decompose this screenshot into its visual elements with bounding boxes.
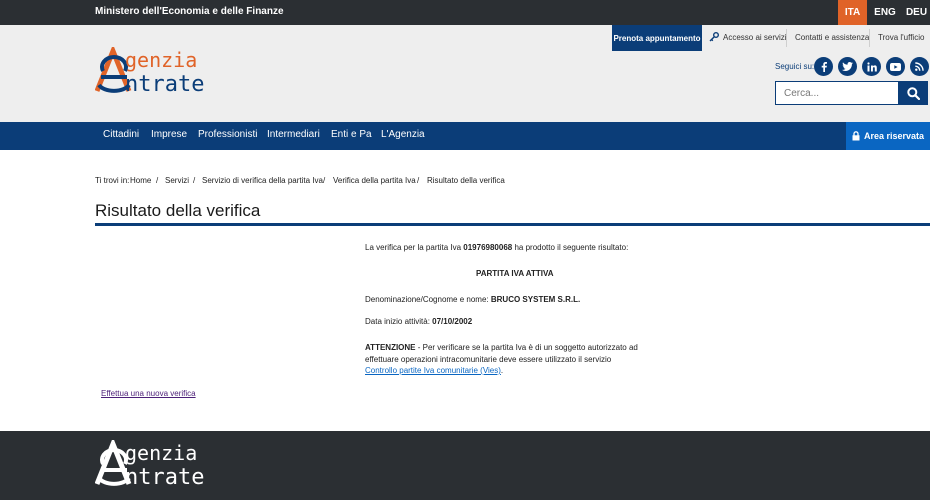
- footer-logo-text-entrate: ntrate: [125, 465, 204, 488]
- site-header: genzia ntrate Prenota appuntamento Acces…: [0, 25, 930, 122]
- seguici-label: Seguici su:: [775, 62, 815, 71]
- breadcrumb-home[interactable]: Home: [130, 176, 151, 185]
- lang-deu[interactable]: DEU: [903, 0, 930, 25]
- data-inizio-value: 07/10/2002: [432, 317, 473, 326]
- rss-icon[interactable]: [910, 57, 929, 76]
- area-riservata-label: Area riservata: [863, 131, 925, 141]
- search-input[interactable]: Cerca...: [775, 81, 899, 105]
- top-bar: Ministero dell'Economia e delle Finanze …: [0, 0, 930, 25]
- breadcrumb-verifica-piva[interactable]: Verifica della partita Iva: [333, 176, 416, 185]
- area-riservata-button[interactable]: Area riservata: [846, 122, 930, 150]
- attenzione-note: ATTENZIONE - Per verificare se la partit…: [365, 342, 655, 377]
- title-divider: [95, 223, 930, 226]
- site-footer: genzia ntrate: [0, 431, 930, 500]
- footer-logo-text-agenzia: genzia: [125, 441, 197, 465]
- attenzione-text: - Per verificare se la partita Iva è di …: [417, 343, 638, 352]
- separator: [786, 29, 787, 47]
- ministry-link[interactable]: Ministero dell'Economia e delle Finanze: [95, 6, 284, 17]
- denominazione-label: Denominazione/Cognome e nome:: [365, 295, 489, 304]
- footer-logo[interactable]: genzia ntrate: [95, 440, 235, 488]
- lang-ita[interactable]: ITA: [838, 0, 867, 25]
- nav-imprese[interactable]: Imprese: [151, 129, 187, 140]
- lock-icon: [852, 131, 860, 141]
- partita-iva-number: 01976980068: [463, 243, 513, 252]
- breadcrumb-servizio-verifica[interactable]: Servizio di verifica della partita Iva: [202, 176, 323, 185]
- key-icon: [709, 32, 719, 42]
- logo-text-entrate: ntrate: [125, 72, 204, 95]
- main-nav: Cittadini Imprese Professionisti Interme…: [0, 122, 930, 150]
- denominazione-row: Denominazione/Cognome e nome: BRUCO SYST…: [365, 295, 580, 304]
- result-intro-text: ha prodotto il seguente risultato:: [514, 243, 629, 252]
- nav-agenzia[interactable]: L'Agenzia: [381, 129, 425, 140]
- vies-link[interactable]: Controllo partite Iva comunitarie (Vies): [365, 366, 501, 375]
- result-intro-text: La verifica per la partita Iva: [365, 243, 462, 252]
- search-button[interactable]: [898, 81, 928, 105]
- search-icon: [906, 86, 920, 100]
- result-intro: La verifica per la partita Iva 019769800…: [365, 243, 628, 252]
- youtube-icon[interactable]: [886, 57, 905, 76]
- denominazione-value: BRUCO SYSTEM S.R.L.: [490, 295, 581, 304]
- status-badge: PARTITA IVA ATTIVA: [476, 269, 554, 278]
- twitter-icon[interactable]: [838, 57, 857, 76]
- contatti-assistenza-link[interactable]: Contatti e assistenza: [795, 33, 869, 42]
- breadcrumb-separator: /: [156, 176, 159, 185]
- breadcrumb-current: Risultato della verifica: [427, 176, 505, 185]
- breadcrumb-separator: /: [417, 176, 420, 185]
- new-check-link[interactable]: Effettua una nuova verifica: [101, 389, 196, 398]
- accesso-servizi-link[interactable]: Accesso ai servizi: [723, 33, 787, 42]
- breadcrumb-prefix: Ti trovi in:: [95, 176, 130, 185]
- attenzione-label: ATTENZIONE: [365, 343, 416, 352]
- separator: [869, 29, 870, 47]
- nav-professionisti[interactable]: Professionisti: [198, 129, 257, 140]
- breadcrumb-servizi[interactable]: Servizi: [165, 176, 189, 185]
- breadcrumb-separator: /: [323, 176, 326, 185]
- attenzione-end: .: [500, 366, 504, 375]
- agenzia-entrate-logo[interactable]: genzia ntrate: [95, 47, 235, 95]
- linkedin-icon[interactable]: [862, 57, 881, 76]
- logo-text-agenzia: genzia: [125, 48, 197, 72]
- nav-enti-pa[interactable]: Enti e Pa: [331, 129, 372, 140]
- prenota-appuntamento-button[interactable]: Prenota appuntamento: [612, 25, 702, 51]
- data-inizio-label: Data inizio attività:: [365, 317, 430, 326]
- lang-eng[interactable]: ENG: [867, 0, 903, 25]
- nav-intermediari[interactable]: Intermediari: [267, 129, 320, 140]
- page-title: Risultato della verifica: [95, 201, 261, 220]
- nav-cittadini[interactable]: Cittadini: [103, 129, 139, 140]
- facebook-icon[interactable]: [814, 57, 833, 76]
- attenzione-text: effettuare operazioni intracomunitarie d…: [365, 354, 612, 364]
- data-inizio-row: Data inizio attività: 07/10/2002: [365, 317, 472, 326]
- trova-ufficio-link[interactable]: Trova l'ufficio: [878, 33, 924, 42]
- breadcrumb-separator: /: [193, 176, 196, 185]
